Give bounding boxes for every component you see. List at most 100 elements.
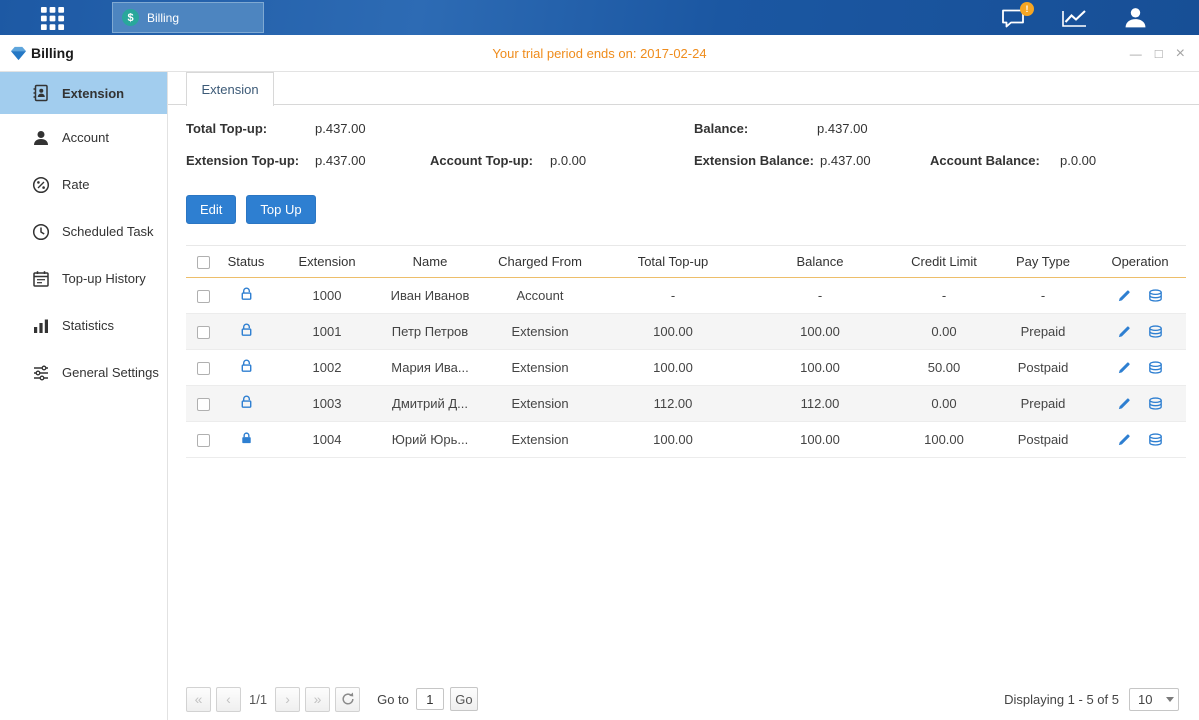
topbar-icons: ! — [1001, 0, 1147, 35]
topup-coins-icon[interactable] — [1147, 396, 1164, 412]
first-page-button[interactable]: « — [186, 687, 211, 712]
sidebar-item-rate[interactable]: Rate — [0, 161, 167, 208]
name-cell: Дмитрий Д... — [382, 386, 478, 422]
charged-from-cell: Extension — [478, 314, 602, 350]
row-checkbox[interactable] — [197, 434, 210, 447]
status-unlocked-icon[interactable] — [239, 358, 254, 374]
sidebar-item-statistics[interactable]: Statistics — [0, 302, 167, 349]
pay-type-cell: Prepaid — [992, 386, 1094, 422]
grid-icon — [40, 6, 65, 31]
topup-coins-icon[interactable] — [1147, 432, 1164, 448]
extension-balance-label: Extension Balance: — [694, 153, 814, 168]
topup-coins-icon[interactable] — [1147, 324, 1164, 340]
chevron-down-icon — [1162, 689, 1178, 710]
close-button[interactable]: × — [1176, 46, 1185, 62]
pagination-bar: « ‹ 1/1 › » Go to Go Displaying 1 - 5 of… — [186, 686, 1179, 712]
extension-topup-label: Extension Top-up: — [186, 153, 299, 168]
status-cell — [220, 278, 272, 314]
column-header-operation: Operation — [1094, 246, 1186, 278]
name-cell: Мария Ива... — [382, 350, 478, 386]
app-grid-button[interactable] — [38, 4, 66, 32]
taskbar-tab-billing[interactable]: $ Billing — [112, 2, 264, 33]
total-topup-cell: 100.00 — [602, 350, 744, 386]
account-topup-value: p.0.00 — [550, 153, 586, 168]
row-checkbox[interactable] — [197, 362, 210, 375]
balance-label: Balance: — [694, 121, 748, 136]
row-checkbox[interactable] — [197, 398, 210, 411]
go-button[interactable]: Go — [450, 687, 478, 711]
sidebar-item-extension[interactable]: Extension — [0, 72, 167, 114]
pager-right: Displaying 1 - 5 of 5 10 — [1004, 688, 1179, 711]
select-all-checkbox[interactable] — [197, 256, 210, 269]
edit-button[interactable]: Edit — [186, 195, 236, 224]
column-header-status: Status — [220, 246, 272, 278]
edit-icon[interactable] — [1117, 324, 1132, 339]
tab-extension[interactable]: Extension — [186, 72, 274, 106]
header-checkbox-cell — [186, 246, 220, 278]
edit-icon[interactable] — [1117, 360, 1132, 375]
total-topup-cell: 112.00 — [602, 386, 744, 422]
name-cell: Юрий Юрь... — [382, 422, 478, 458]
topup-coins-icon[interactable] — [1147, 288, 1164, 304]
goto-page-input[interactable] — [416, 688, 444, 710]
status-unlocked-icon[interactable] — [239, 286, 254, 302]
titlebar: Billing Your trial period ends on: 2017-… — [0, 35, 1199, 72]
credit-limit-cell: 0.00 — [896, 314, 992, 350]
user-account-button[interactable] — [1124, 7, 1147, 28]
last-page-button[interactable]: » — [305, 687, 330, 712]
operation-cell — [1094, 350, 1186, 385]
row-checkbox[interactable] — [197, 290, 210, 303]
edit-icon[interactable] — [1117, 432, 1132, 447]
prev-page-button[interactable]: ‹ — [216, 687, 241, 712]
balance-value: p.437.00 — [817, 121, 868, 136]
sidebar-item-general-settings[interactable]: General Settings — [0, 349, 167, 396]
edit-icon[interactable] — [1117, 396, 1132, 411]
sliders-icon — [32, 364, 50, 382]
maximize-button[interactable]: □ — [1155, 47, 1163, 60]
page-size-select[interactable]: 10 — [1129, 688, 1179, 711]
balance-cell: - — [744, 278, 896, 314]
sidebar-item-label: Top-up History — [62, 271, 146, 286]
extension-cell: 1003 — [272, 386, 382, 422]
status-cell — [220, 422, 272, 458]
minimize-button[interactable]: — — [1130, 48, 1142, 60]
status-locked-icon[interactable] — [239, 430, 254, 446]
sidebar-item-scheduled-task[interactable]: Scheduled Task — [0, 208, 167, 255]
operation-cell — [1094, 422, 1186, 457]
name-cell: Иван Иванов — [382, 278, 478, 314]
sidebar-item-account[interactable]: Account — [0, 114, 167, 161]
calendar-icon — [32, 270, 50, 288]
column-header-balance: Balance — [744, 246, 896, 278]
address-book-icon — [32, 84, 50, 102]
charged-from-cell: Account — [478, 278, 602, 314]
messages-button[interactable]: ! — [1001, 8, 1025, 28]
sidebar-item-label: Account — [62, 130, 109, 145]
next-page-button[interactable]: › — [275, 687, 300, 712]
topup-button[interactable]: Top Up — [246, 195, 315, 224]
goto-label: Go to — [377, 692, 409, 707]
column-header-total-topup: Total Top-up — [602, 246, 744, 278]
sidebar: Extension Account Rate Sch — [0, 72, 168, 720]
edit-icon[interactable] — [1117, 288, 1132, 303]
sidebar-item-topup-history[interactable]: Top-up History — [0, 255, 167, 302]
total-topup-cell: - — [602, 278, 744, 314]
status-unlocked-icon[interactable] — [239, 394, 254, 410]
credit-limit-cell: - — [896, 278, 992, 314]
operation-cell — [1094, 386, 1186, 421]
reports-button[interactable] — [1061, 8, 1088, 28]
status-cell — [220, 350, 272, 386]
sidebar-item-label: Extension — [62, 86, 124, 101]
extension-cell: 1000 — [272, 278, 382, 314]
clock-icon — [32, 223, 50, 241]
extension-balance-value: p.437.00 — [820, 153, 871, 168]
table-row: 1001 Петр Петров Extension 100.00 100.00… — [186, 314, 1186, 350]
balance-cell: 100.00 — [744, 422, 896, 458]
sidebar-item-label: Scheduled Task — [62, 224, 154, 239]
account-balance-value: p.0.00 — [1060, 153, 1096, 168]
topbar: $ Billing ! — [0, 0, 1199, 35]
status-unlocked-icon[interactable] — [239, 322, 254, 338]
refresh-button[interactable] — [335, 687, 360, 712]
topup-coins-icon[interactable] — [1147, 360, 1164, 376]
row-checkbox[interactable] — [197, 326, 210, 339]
operation-cell — [1094, 278, 1186, 313]
